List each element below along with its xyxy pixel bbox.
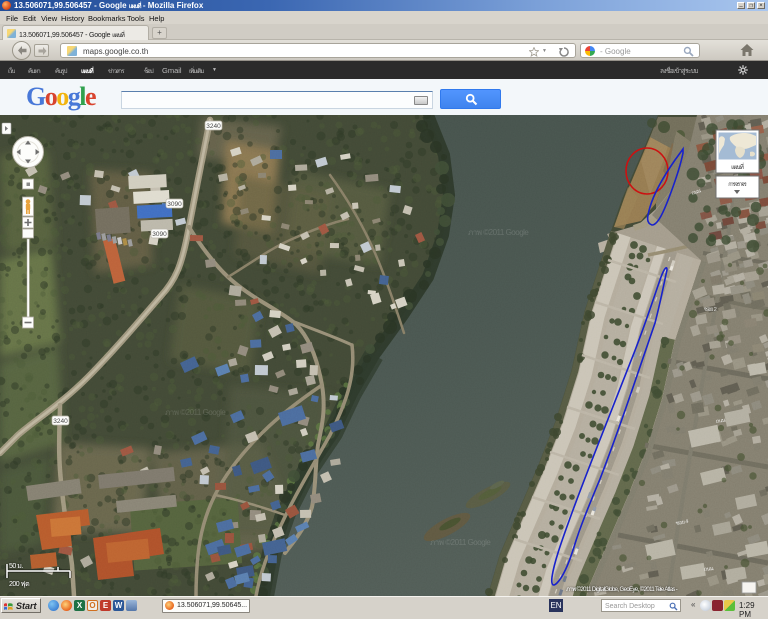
svg-text:ถนน: ถนน bbox=[704, 566, 715, 573]
svg-text:3240: 3240 bbox=[206, 123, 221, 130]
svg-text:200 ฟุต: 200 ฟุต bbox=[9, 581, 30, 588]
svg-text:ภาพ ©2011 DigitalGlobe, GeoEye: ภาพ ©2011 DigitalGlobe, GeoEye, ©2011 Te… bbox=[566, 586, 678, 593]
svg-text:50 ม.: 50 ม. bbox=[9, 563, 23, 570]
svg-text:แผนที่: แผนที่ bbox=[731, 163, 744, 171]
svg-text:3090: 3090 bbox=[167, 201, 182, 208]
svg-text:ภาพ ©2011 Google: ภาพ ©2011 Google bbox=[165, 408, 226, 417]
svg-text:การจราจร: การจราจร bbox=[728, 182, 747, 188]
svg-text:ภาพ ©2011 Google: ภาพ ©2011 Google bbox=[430, 538, 491, 547]
svg-text:3090: 3090 bbox=[152, 231, 167, 238]
svg-text:3240: 3240 bbox=[53, 418, 68, 425]
svg-text:ภาพ ©2011 Google: ภาพ ©2011 Google bbox=[468, 228, 529, 237]
svg-text:ซอย 2: ซอย 2 bbox=[704, 306, 717, 313]
